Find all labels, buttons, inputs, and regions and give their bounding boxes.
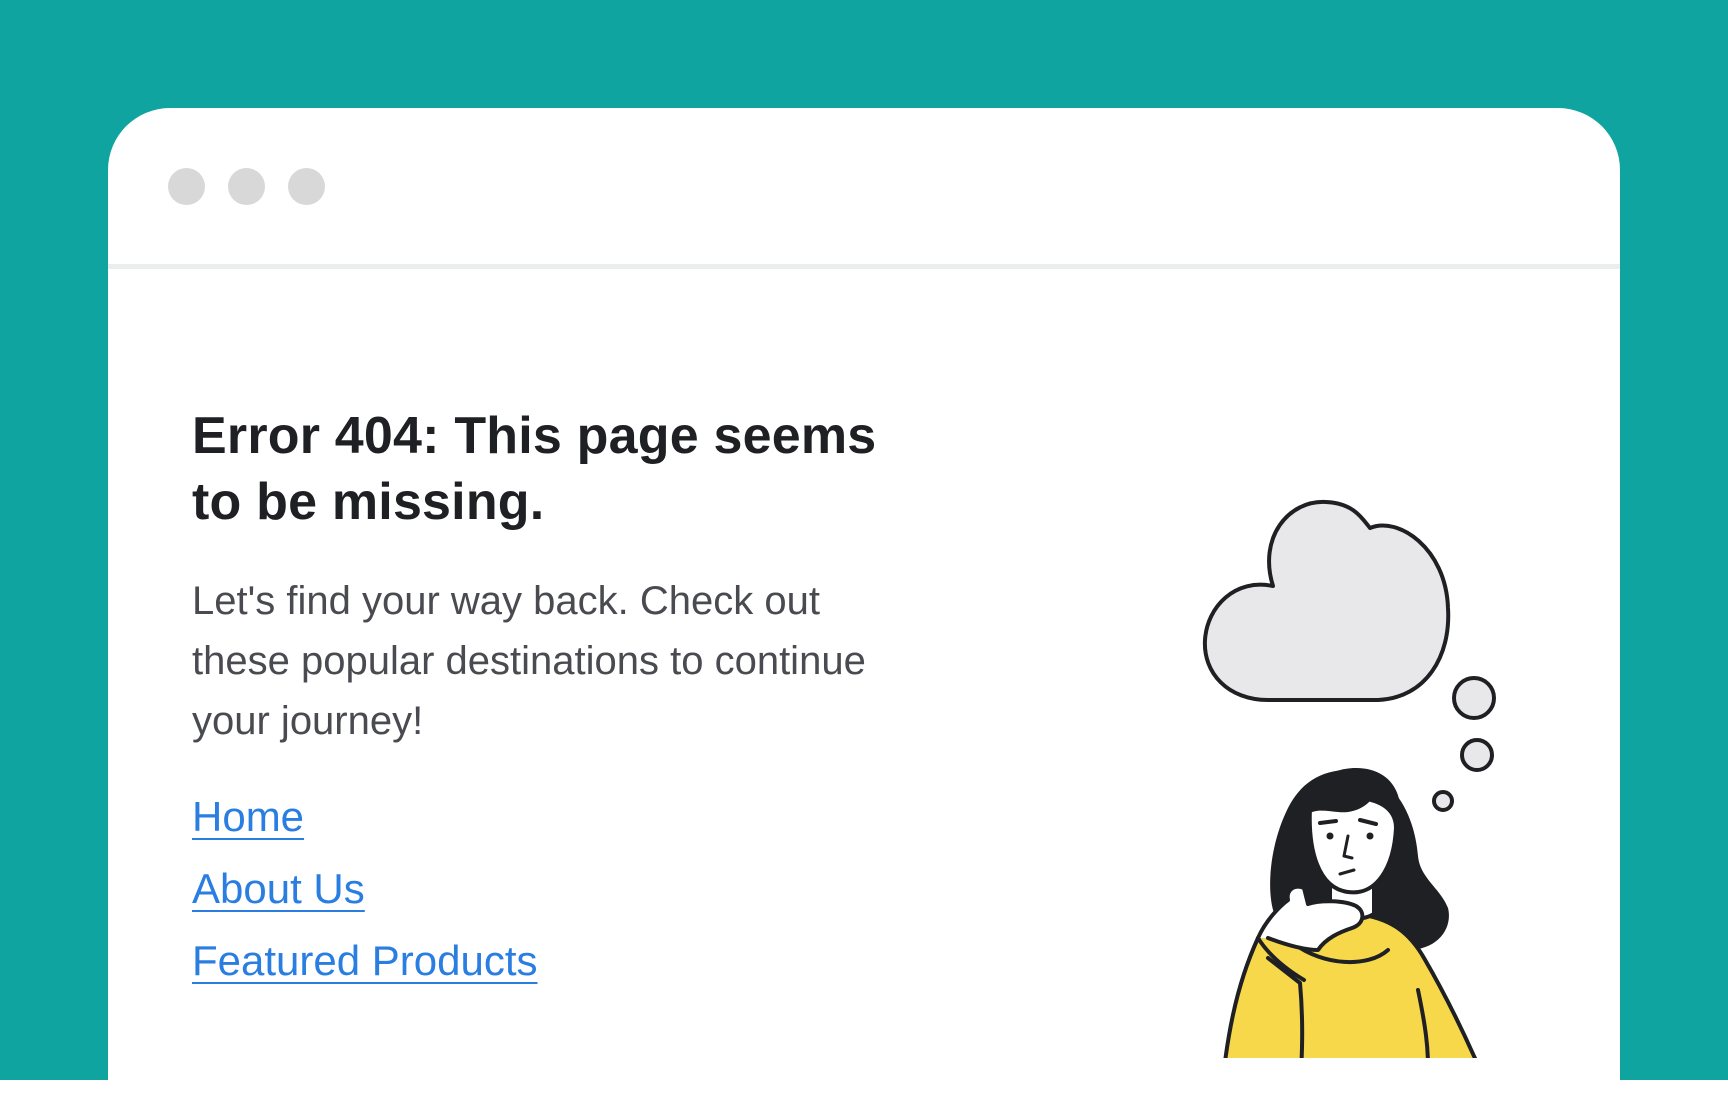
thought-bubble-icon xyxy=(1452,676,1496,720)
window-dot-icon[interactable] xyxy=(228,168,265,205)
thought-bubble-icon xyxy=(1460,738,1494,772)
window-titlebar xyxy=(108,108,1620,269)
about-us-link[interactable]: About Us xyxy=(192,853,365,925)
browser-window: Error 404: This page seems to be missing… xyxy=(108,108,1620,1108)
thinking-person-icon xyxy=(1202,499,1496,1058)
error-message: Let's find your way back. Check out thes… xyxy=(192,579,866,743)
home-link[interactable]: Home xyxy=(192,781,304,853)
thought-bubble-icon xyxy=(1432,790,1454,812)
featured-products-link[interactable]: Featured Products xyxy=(192,925,538,997)
cloud-icon xyxy=(1202,499,1451,702)
error-content: Error 404: This page seems to be missing… xyxy=(192,403,912,997)
window-dot-icon[interactable] xyxy=(288,168,325,205)
page-title: Error 404: This page seems to be missing… xyxy=(192,407,877,531)
destination-links: Home About Us Featured Products xyxy=(192,781,912,997)
window-dot-icon[interactable] xyxy=(168,168,205,205)
